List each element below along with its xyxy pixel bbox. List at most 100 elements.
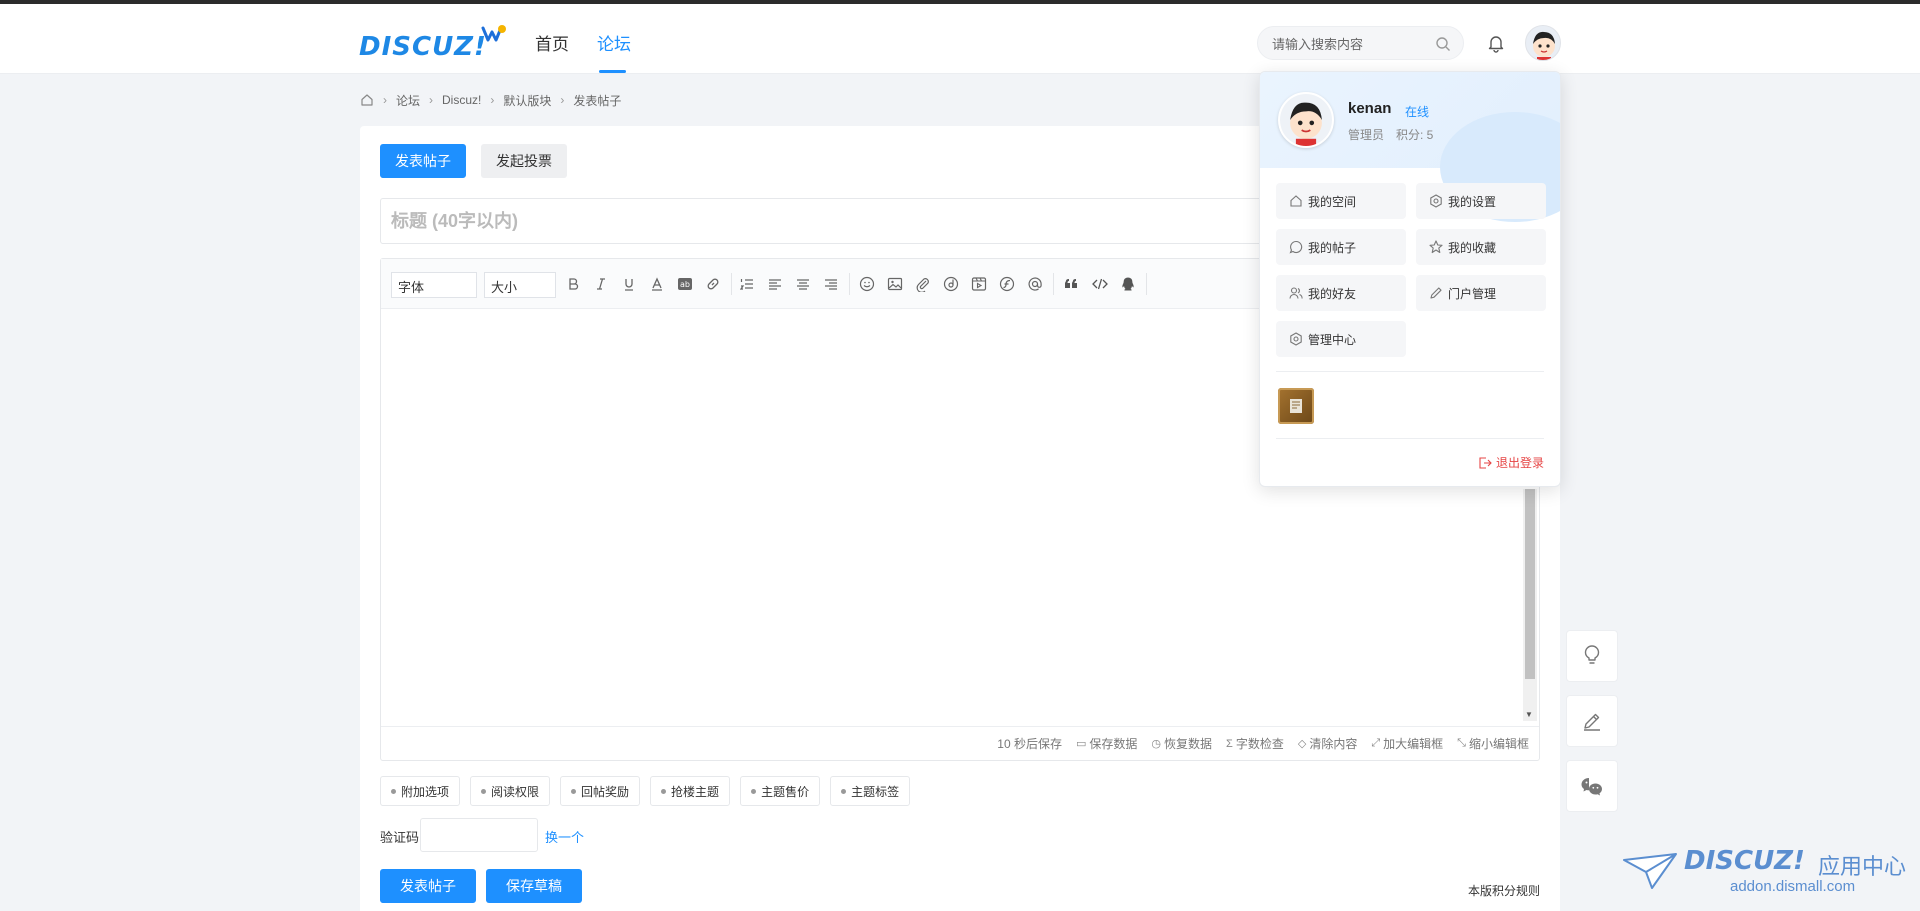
sigma-icon: Σ [1226, 737, 1233, 750]
save-draft-button[interactable]: 保存草稿 [486, 869, 582, 903]
logout-icon [1479, 456, 1492, 469]
video-icon[interactable] [969, 274, 989, 294]
tips-button[interactable] [1566, 630, 1618, 682]
search-input[interactable] [1272, 34, 1432, 54]
background-color-icon[interactable]: ab [675, 274, 695, 294]
captcha-change-link[interactable]: 换一个 [545, 827, 584, 846]
qq-icon[interactable] [1118, 274, 1138, 294]
user-avatar[interactable] [1525, 25, 1561, 61]
watermark-cn: 应用中心 [1818, 854, 1907, 879]
username[interactable]: kenan [1348, 100, 1391, 117]
option-extra[interactable]: 附加选项 [380, 776, 461, 806]
clear-content-button[interactable]: ◇ 清除内容 [1298, 735, 1357, 752]
scrollbar-thumb[interactable] [1525, 489, 1535, 679]
link-icon[interactable] [703, 274, 723, 294]
user-menu-dropdown: kenan 在线 管理员 积分: 5 我的空间 我的设置 我的帖子 我的收藏 我… [1259, 71, 1561, 487]
option-read-permission[interactable]: 阅读权限 [470, 776, 551, 806]
shrink-editor-button[interactable]: ⤡ 缩小编辑框 [1457, 735, 1529, 752]
underline-icon[interactable] [619, 274, 639, 294]
nav-forum[interactable]: 论坛 [597, 30, 631, 55]
menu-portal-admin[interactable]: 门户管理 [1416, 275, 1546, 311]
bullet-icon [751, 788, 757, 794]
font-color-icon[interactable] [647, 274, 667, 294]
align-center-icon[interactable] [793, 274, 813, 294]
eraser-icon: ◇ [1297, 738, 1307, 750]
code-icon[interactable] [1090, 274, 1110, 294]
menu-label: 我的好友 [1308, 286, 1357, 301]
restore-icon: ◷ [1151, 738, 1162, 750]
attachment-icon[interactable] [913, 274, 933, 294]
option-label: 主题标签 [851, 784, 900, 799]
emoji-icon[interactable] [857, 274, 877, 294]
user-menu-avatar[interactable] [1278, 92, 1334, 148]
notification-bell-icon[interactable] [1481, 28, 1511, 58]
editor-footer: 10 秒后保存 ▭ 保存数据 ◷ 恢复数据 Σ 字数检查 ◇ 清除内容 ⤢ 加大编辑框 ⤡… [381, 726, 1539, 760]
avatar-face-icon [1533, 31, 1555, 60]
mention-icon[interactable] [1025, 274, 1045, 294]
edit-icon [1584, 713, 1600, 731]
svg-text:ab: ab [680, 280, 690, 289]
flash-icon[interactable] [997, 274, 1017, 294]
scroll-down-arrow-icon[interactable]: ▼ [1525, 710, 1533, 719]
enlarge-editor-button[interactable]: ⤢ 加大编辑框 [1371, 735, 1443, 752]
wechat-button[interactable] [1566, 760, 1618, 812]
search-icon[interactable] [1435, 36, 1451, 52]
option-label: 回帖奖励 [581, 784, 630, 799]
image-icon[interactable] [885, 274, 905, 294]
menu-my-favorites[interactable]: 我的收藏 [1416, 229, 1546, 265]
font-size-select[interactable]: 大小 [484, 272, 556, 298]
option-tags[interactable]: 主题标签 [830, 776, 911, 806]
toolbar-divider [849, 273, 850, 295]
editor-scrollbar[interactable]: ▼ [1523, 489, 1537, 721]
menu-label: 我的空间 [1308, 194, 1357, 209]
gear-icon [1288, 331, 1304, 347]
medal-badge-icon[interactable] [1278, 388, 1314, 424]
points-rules-link[interactable]: 本版积分规则 [1468, 882, 1540, 899]
italic-icon[interactable] [591, 274, 611, 294]
menu-divider [1276, 371, 1544, 372]
restore-data-button[interactable]: ◷ 恢复数据 [1151, 735, 1212, 752]
breadcrumb-item-discuz[interactable]: Discuz! [442, 93, 481, 107]
menu-my-posts[interactable]: 我的帖子 [1276, 229, 1406, 265]
search-box[interactable] [1257, 26, 1464, 60]
option-reply-reward[interactable]: 回帖奖励 [560, 776, 641, 806]
tab-poll[interactable]: 发起投票 [481, 144, 567, 178]
watermark-url: addon.dismall.com [1730, 878, 1856, 895]
menu-my-space[interactable]: 我的空间 [1276, 183, 1406, 219]
breadcrumb-item-forum[interactable]: 论坛 [396, 92, 420, 109]
menu-my-friends[interactable]: 我的好友 [1276, 275, 1406, 311]
logout-button[interactable]: 退出登录 [1478, 454, 1544, 471]
breadcrumb-item-default-board[interactable]: 默认版块 [503, 92, 551, 109]
audio-icon[interactable] [941, 274, 961, 294]
save-data-label: 保存数据 [1089, 737, 1138, 751]
submit-post-button[interactable]: 发表帖子 [380, 869, 476, 903]
option-floor-grab[interactable]: 抢楼主题 [650, 776, 731, 806]
quick-post-button[interactable] [1566, 695, 1618, 747]
ordered-list-icon[interactable] [737, 274, 757, 294]
option-price[interactable]: 主题售价 [740, 776, 821, 806]
font-family-select[interactable]: 字体 [391, 272, 477, 298]
align-left-icon[interactable] [765, 274, 785, 294]
breadcrumb-separator: › [429, 93, 434, 107]
quote-icon[interactable] [1062, 274, 1082, 294]
settings-icon [1428, 193, 1444, 209]
chat-bubble-icon [1288, 239, 1304, 255]
option-label: 主题售价 [761, 784, 810, 799]
site-logo[interactable]: DISCUZ! [359, 24, 509, 64]
align-right-icon[interactable] [821, 274, 841, 294]
captcha-input[interactable] [420, 818, 538, 852]
word-count-button[interactable]: Σ 字数检查 [1226, 735, 1284, 752]
menu-admin-center[interactable]: 管理中心 [1276, 321, 1406, 357]
logout-label: 退出登录 [1495, 456, 1544, 470]
nav-home[interactable]: 首页 [535, 30, 569, 55]
breadcrumb: › 论坛 › Discuz! › 默认版块 › 发表帖子 [360, 90, 621, 110]
tab-post[interactable]: 发表帖子 [380, 144, 466, 178]
restore-data-label: 恢复数据 [1164, 737, 1213, 751]
friends-icon [1288, 285, 1304, 301]
bold-icon[interactable] [563, 274, 583, 294]
bullet-icon [661, 788, 667, 794]
bullet-icon [571, 788, 577, 794]
menu-my-settings[interactable]: 我的设置 [1416, 183, 1546, 219]
home-icon[interactable] [360, 93, 374, 107]
save-data-button[interactable]: ▭ 保存数据 [1076, 735, 1137, 752]
